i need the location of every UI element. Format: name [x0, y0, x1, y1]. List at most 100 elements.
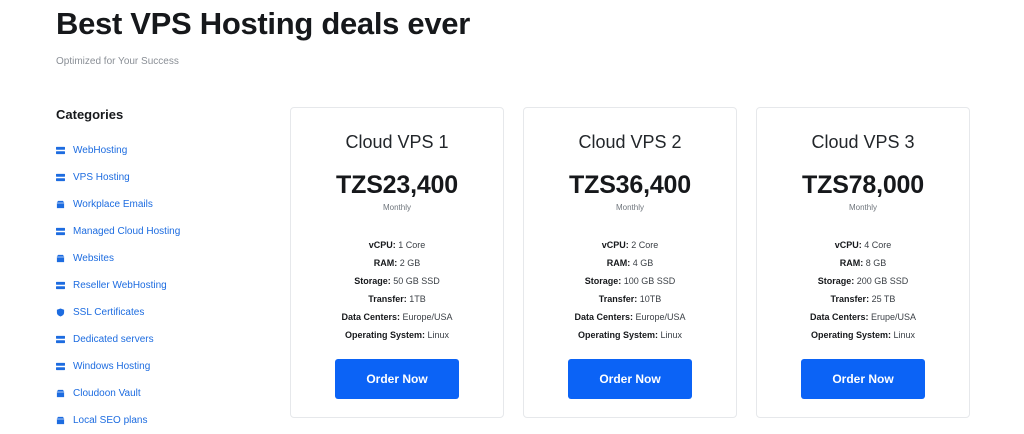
server-icon	[56, 146, 73, 155]
sidebar-item-webhosting[interactable]: WebHosting	[56, 137, 276, 164]
spec-row: Transfer: 25 TB	[757, 290, 969, 308]
box-icon	[56, 200, 73, 209]
plan-price: TZS23,400	[336, 171, 458, 199]
plan-specs: vCPU: 1 Core RAM: 2 GB Storage: 50 GB SSD T…	[291, 236, 503, 344]
billing-period: Monthly	[848, 203, 877, 212]
sidebar-item-workplace-emails[interactable]: Workplace Emails	[56, 191, 276, 218]
sidebar-item-websites[interactable]: Websites	[56, 245, 276, 272]
spec-row: Storage: 50 GB SSD	[291, 272, 503, 290]
box-icon	[56, 389, 73, 398]
plan-specs: vCPU: 4 Core RAM: 8 GB Storage: 200 GB SSD…	[757, 236, 969, 344]
sidebar-item-label: VPS Hosting	[73, 172, 130, 183]
sidebar-item-label: Local SEO plans	[73, 415, 148, 426]
plan-name: Cloud VPS 3	[811, 132, 915, 152]
spec-label: Operating System:	[577, 330, 658, 340]
spec-row: Data Centers: Erupe/USA	[757, 308, 969, 326]
spec-value: 4 GB	[632, 258, 654, 268]
billing-period: Monthly	[615, 203, 644, 212]
spec-value: 10TB	[639, 294, 662, 304]
server-icon	[56, 335, 73, 344]
spec-label: Data Centers:	[809, 312, 869, 322]
server-icon	[56, 362, 73, 371]
spec-label: Storage:	[817, 276, 855, 286]
spec-row: Storage: 100 GB SSD	[524, 272, 736, 290]
spec-value: Europe/USA	[635, 312, 686, 322]
plan-price: TZS78,000	[802, 171, 924, 199]
spec-value: Linux	[427, 330, 450, 340]
spec-label: vCPU:	[601, 240, 629, 250]
sidebar-item-label: Managed Cloud Hosting	[73, 226, 181, 237]
spec-label: Transfer:	[368, 294, 407, 304]
spec-value: 50 GB SSD	[393, 276, 440, 286]
plan-card: Cloud VPS 2 TZS36,400 Monthly vCPU: 2 Core R…	[523, 107, 737, 418]
spec-label: RAM:	[606, 258, 631, 268]
spec-value: Linux	[660, 330, 683, 340]
plan-name: Cloud VPS 2	[578, 132, 682, 152]
plan-card: Cloud VPS 3 TZS78,000 Monthly vCPU: 4 Core R…	[756, 107, 970, 418]
spec-label: vCPU:	[368, 240, 396, 250]
sidebar-item-label: Dedicated servers	[73, 334, 154, 345]
box-icon	[56, 254, 73, 263]
box-icon	[56, 416, 73, 425]
spec-label: Data Centers:	[574, 312, 633, 322]
sidebar-item-reseller-webhosting[interactable]: Reseller WebHosting	[56, 272, 276, 299]
spec-row: Operating System: Linux	[757, 326, 969, 344]
plan-specs: vCPU: 2 Core RAM: 4 GB Storage: 100 GB SSD…	[524, 236, 736, 344]
spec-value: 4 Core	[864, 240, 892, 250]
sidebar-item-label: SSL Certificates	[73, 307, 145, 318]
sidebar-item-label: Websites	[73, 253, 114, 264]
plan-card: Cloud VPS 1 TZS23,400 Monthly vCPU: 1 Core R…	[290, 107, 504, 418]
sidebar-item-managed-cloud-hosting[interactable]: Managed Cloud Hosting	[56, 218, 276, 245]
spec-label: RAM:	[373, 258, 398, 268]
plan-price: TZS36,400	[569, 171, 691, 199]
sidebar-item-label: Workplace Emails	[73, 199, 153, 210]
spec-row: Transfer: 1TB	[291, 290, 503, 308]
spec-label: Storage:	[584, 276, 622, 286]
spec-row: RAM: 4 GB	[524, 254, 736, 272]
spec-row: RAM: 8 GB	[757, 254, 969, 272]
spec-label: Operating System:	[344, 330, 425, 340]
spec-label: Transfer:	[598, 294, 638, 304]
sidebar-item-label: Cloudoon Vault	[73, 388, 141, 399]
order-now-button[interactable]: Order Now	[801, 359, 925, 399]
spec-row: vCPU: 2 Core	[524, 236, 736, 254]
sidebar-item-ssl-certificates[interactable]: SSL Certificates	[56, 299, 276, 326]
spec-value: 2 GB	[399, 258, 421, 268]
spec-value: Erupe/USA	[871, 312, 917, 322]
spec-value: 2 Core	[631, 240, 659, 250]
sidebar-item-vps-hosting[interactable]: VPS Hosting	[56, 164, 276, 191]
billing-period: Monthly	[382, 203, 411, 212]
shield-icon	[56, 308, 73, 317]
plan-name: Cloud VPS 1	[345, 132, 449, 152]
categories-heading: Categories	[56, 107, 124, 122]
sidebar-item-label: Reseller WebHosting	[73, 280, 167, 291]
order-now-button[interactable]: Order Now	[335, 359, 459, 399]
sidebar-item-windows-hosting[interactable]: Windows Hosting	[56, 353, 276, 380]
spec-label: RAM:	[839, 258, 864, 268]
server-icon	[56, 173, 73, 182]
spec-row: Storage: 200 GB SSD	[757, 272, 969, 290]
spec-value: 200 GB SSD	[856, 276, 909, 286]
page-title: Best VPS Hosting deals ever	[56, 6, 471, 41]
spec-row: vCPU: 1 Core	[291, 236, 503, 254]
sidebar-item-dedicated-servers[interactable]: Dedicated servers	[56, 326, 276, 353]
spec-value: 1 Core	[398, 240, 426, 250]
spec-value: 100 GB SSD	[623, 276, 676, 286]
spec-label: Transfer:	[830, 294, 870, 304]
order-now-button[interactable]: Order Now	[568, 359, 692, 399]
sidebar-item-local-seo-plans[interactable]: Local SEO plans	[56, 407, 276, 434]
spec-label: Storage:	[354, 276, 391, 286]
spec-value: 25 TB	[871, 294, 896, 304]
server-icon	[56, 227, 73, 236]
categories-sidebar: Categories WebHosting VPS Hosting Workplac…	[56, 107, 276, 434]
sidebar-item-cloudoon-vault[interactable]: Cloudoon Vault	[56, 380, 276, 407]
spec-row: Data Centers: Europe/USA	[524, 308, 736, 326]
spec-row: Operating System: Linux	[524, 326, 736, 344]
spec-value: Europe/USA	[402, 312, 453, 322]
spec-label: Operating System:	[810, 330, 891, 340]
spec-value: 1TB	[409, 294, 426, 304]
sidebar-item-label: Windows Hosting	[73, 361, 151, 372]
categories-list: WebHosting VPS Hosting Workplace Emails Man…	[56, 137, 276, 434]
sidebar-item-label: WebHosting	[73, 145, 128, 156]
spec-row: vCPU: 4 Core	[757, 236, 969, 254]
